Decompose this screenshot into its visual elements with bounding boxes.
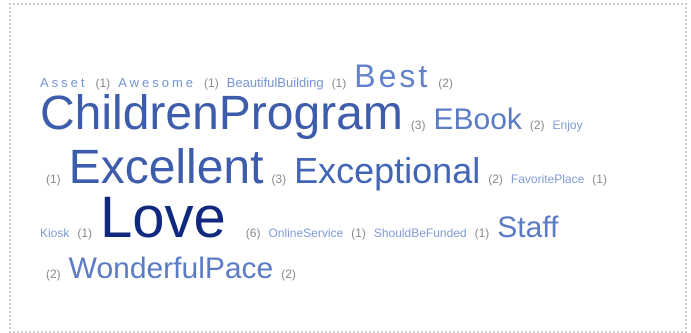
tag-cloud-row: ChildrenProgram (3) EBook (2) Enjoy [40,86,583,141]
tag-ebook[interactable]: EBook [433,103,521,137]
tag-count: (1) [592,172,607,186]
tag-wonderfulpace[interactable]: WonderfulPace [69,252,274,286]
tag-count: (6) [245,226,261,240]
tag-count: (2) [46,267,61,281]
tag-staff[interactable]: Staff [497,211,558,245]
tag-cloud-row: Kiosk (1) Love (6) OnlineService (1) Sho… [40,184,558,251]
tag-kiosk[interactable]: Kiosk [40,226,69,240]
tag-count: (1) [351,226,366,240]
tag-count: (2) [529,118,545,132]
tag-count: (2) [281,267,296,281]
tag-count: (1) [77,226,93,240]
tag-love[interactable]: Love [100,184,226,251]
tag-shouldbefunded[interactable]: ShouldBeFunded [374,226,467,240]
tag-childrenprogram[interactable]: ChildrenProgram [40,86,403,141]
tag-cloud-row: (2) WonderfulPace (2) [40,252,304,286]
tag-enjoy[interactable]: Enjoy [553,118,583,132]
tag-onlineservice[interactable]: OnlineService [268,226,343,240]
tag-count: (3) [410,118,426,132]
tag-count: (1) [474,226,490,240]
